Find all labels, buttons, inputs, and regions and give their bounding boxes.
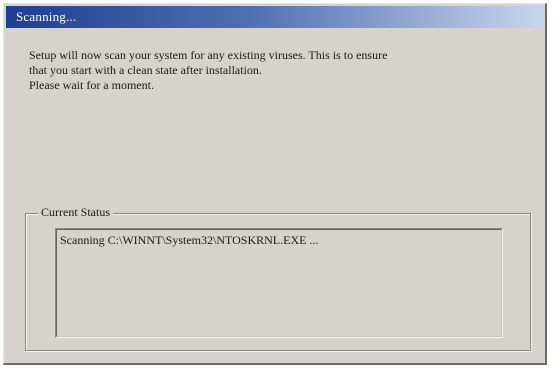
current-status-group: Current Status Scanning C:\WINNT\System3… [25, 205, 531, 351]
status-display: Scanning C:\WINNT\System32\NTOSKRNL.EXE … [55, 228, 503, 338]
scan-message-line-1: Setup will now scan your system for any … [29, 48, 388, 62]
status-text: Scanning C:\WINNT\System32\NTOSKRNL.EXE … [60, 233, 319, 247]
scan-message-line-2: that you start with a clean state after … [29, 63, 262, 77]
title-bar[interactable]: Scanning... [6, 6, 543, 28]
scan-message: Setup will now scan your system for any … [29, 48, 529, 93]
scanning-dialog: Scanning... Setup will now scan your sys… [3, 3, 547, 365]
current-status-label: Current Status [38, 205, 113, 220]
scan-message-line-3: Please wait for a moment. [29, 78, 154, 92]
window-title: Scanning... [16, 9, 77, 24]
